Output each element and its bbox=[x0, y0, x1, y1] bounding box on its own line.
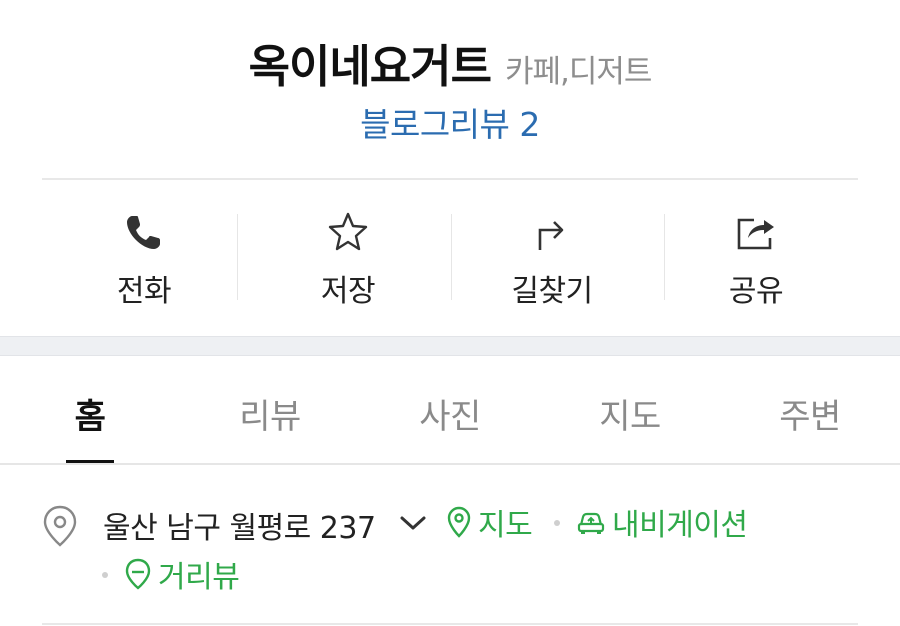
call-label: 전화 bbox=[116, 274, 172, 309]
action-bar: 전화 저장 길찾기 공유 bbox=[42, 180, 858, 336]
directions-button[interactable]: 길찾기 bbox=[450, 180, 654, 336]
share-label: 공유 bbox=[728, 274, 784, 309]
tab-reviews-label: 리뷰 bbox=[239, 397, 301, 437]
directions-icon bbox=[538, 221, 564, 250]
separator-dot bbox=[554, 520, 560, 526]
tab-nearby-label: 주변 bbox=[779, 397, 841, 437]
action-separator bbox=[237, 214, 238, 300]
place-category: 카페,디저트 bbox=[504, 54, 652, 90]
separator-dot bbox=[102, 572, 108, 578]
share-button[interactable]: 공유 bbox=[654, 180, 858, 336]
street-view-icon bbox=[125, 558, 151, 590]
street-view-link[interactable]: 거리뷰 bbox=[124, 554, 240, 595]
save-label: 저장 bbox=[320, 274, 376, 309]
action-separator bbox=[451, 214, 452, 300]
title-row: 옥이네요거트 카페,디저트 bbox=[0, 30, 900, 95]
map-link-label: 지도 bbox=[478, 508, 533, 543]
navigation-link-label: 내비게이션 bbox=[612, 508, 748, 543]
divider bbox=[42, 623, 858, 625]
action-separator bbox=[664, 214, 665, 300]
chevron-down-icon[interactable] bbox=[397, 512, 429, 534]
map-link[interactable]: 지도 bbox=[446, 502, 533, 543]
tab-reviews[interactable]: 리뷰 bbox=[180, 356, 360, 464]
street-view-label: 거리뷰 bbox=[158, 560, 240, 595]
tab-home-label: 홈 bbox=[74, 397, 106, 437]
address-text: 울산 남구 월평로 237 bbox=[103, 511, 376, 546]
tab-map[interactable]: 지도 bbox=[540, 356, 720, 464]
location-pin-icon bbox=[43, 505, 77, 547]
share-icon bbox=[737, 218, 774, 250]
phone-icon bbox=[127, 216, 160, 249]
navigation-link[interactable]: 내비게이션 bbox=[576, 502, 748, 543]
directions-label: 길찾기 bbox=[511, 274, 593, 309]
tab-bar: 홈 리뷰 사진 지도 주변 bbox=[0, 356, 900, 464]
section-gap bbox=[0, 336, 900, 356]
car-icon bbox=[577, 512, 605, 534]
tab-photos[interactable]: 사진 bbox=[360, 356, 540, 464]
tab-nearby[interactable]: 주변 bbox=[720, 356, 900, 464]
blog-review-link[interactable]: 블로그리뷰 2 bbox=[0, 98, 900, 146]
tab-map-label: 지도 bbox=[599, 397, 661, 437]
place-header: 옥이네요거트 카페,디저트 블로그리뷰 2 bbox=[0, 0, 900, 178]
save-button[interactable]: 저장 bbox=[246, 180, 450, 336]
place-name: 옥이네요거트 bbox=[248, 40, 492, 93]
star-icon bbox=[328, 212, 368, 251]
address-section: 울산 남구 월평로 237 지도 내비게이션 거리뷰 bbox=[0, 465, 900, 626]
tab-photos-label: 사진 bbox=[419, 397, 481, 437]
tab-home[interactable]: 홈 bbox=[0, 356, 180, 464]
call-button[interactable]: 전화 bbox=[42, 180, 246, 336]
map-pin-icon bbox=[447, 506, 471, 538]
